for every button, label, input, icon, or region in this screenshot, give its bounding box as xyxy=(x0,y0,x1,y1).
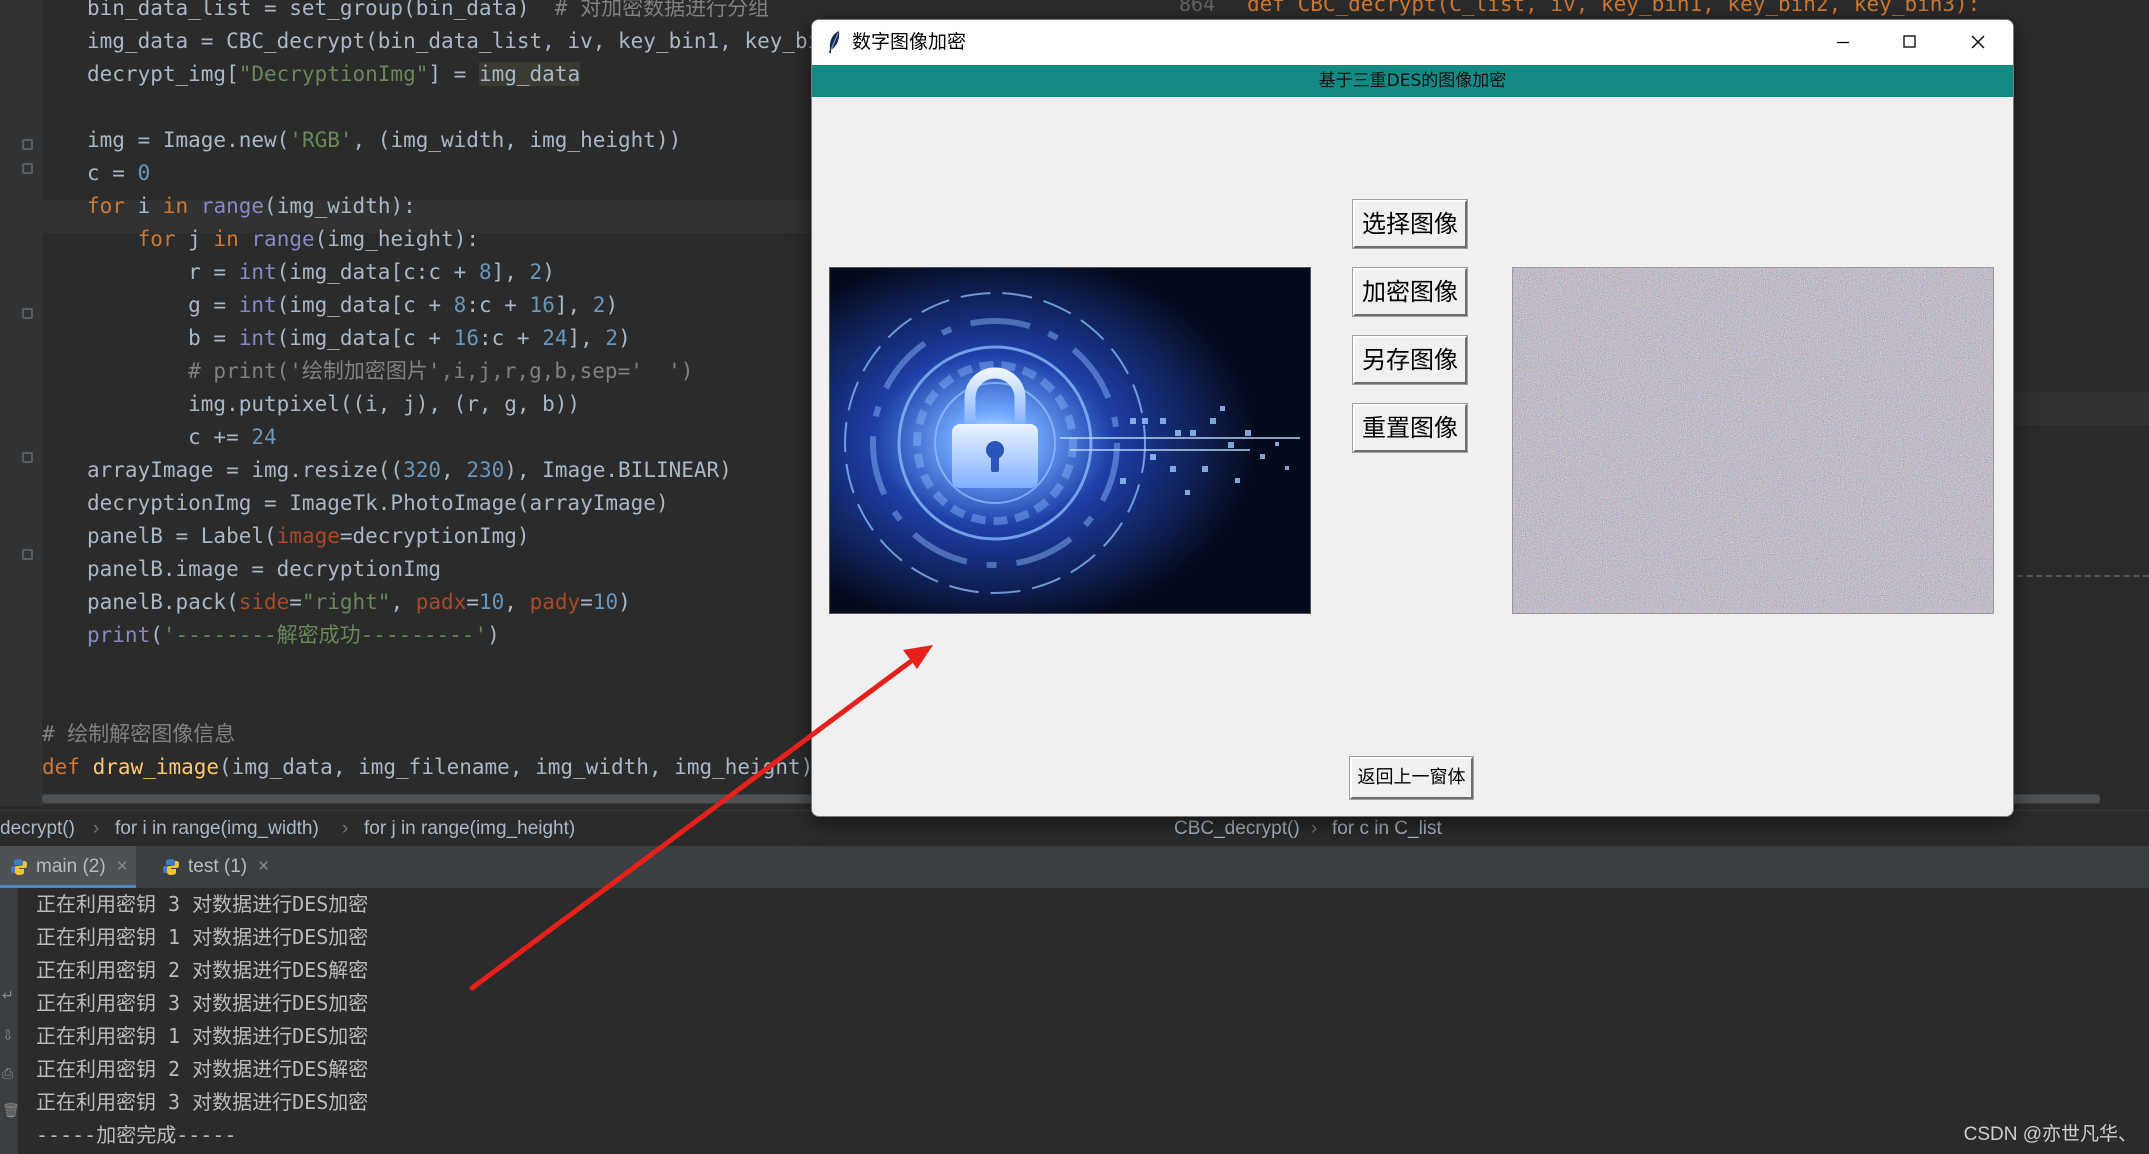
minimize-icon xyxy=(1837,41,1849,44)
run-tab-test[interactable]: test (1) × xyxy=(152,846,277,888)
console-line: -----加密完成----- xyxy=(36,1123,237,1147)
run-toolbar: ↵ ⇩ ⎙ 🗑 xyxy=(0,888,20,1154)
console-line: 正在利用密钥 2 对数据进行DES解密 xyxy=(36,958,369,982)
python-icon xyxy=(11,859,27,875)
code-line: decryptionImg = ImageTk.PhotoImage(array… xyxy=(87,491,669,515)
code-line: bin_data_list = set_group(bin_data) # 对加… xyxy=(87,0,770,20)
banner-title: 基于三重DES的图像加密 xyxy=(1318,71,1507,91)
code-line: def draw_image(img_data, img_filename, i… xyxy=(42,755,864,779)
fold-marker[interactable] xyxy=(22,549,33,560)
breadcrumb-item[interactable]: for j in range(img_height) xyxy=(364,811,575,847)
fold-marker[interactable] xyxy=(22,163,33,174)
lock-image xyxy=(830,268,1310,613)
console-line: 正在利用密钥 1 对数据进行DES加密 xyxy=(36,1024,369,1048)
tab-label: main (2) xyxy=(36,856,106,877)
encrypt-image-button[interactable]: 加密图像 xyxy=(1352,267,1468,317)
code-line: panelB.pack(side="right", padx=10, pady=… xyxy=(87,590,631,614)
fold-marker[interactable] xyxy=(22,452,33,463)
console-line: 正在利用密钥 3 对数据进行DES加密 xyxy=(36,991,369,1015)
print-icon[interactable]: ⎙ xyxy=(2,1066,13,1082)
python-icon xyxy=(163,859,179,875)
title-bar[interactable]: 数字图像加密 xyxy=(812,20,2013,65)
maximize-icon xyxy=(1903,35,1916,48)
code-line: def CBC_decrypt(C_list, iv, key_bin1, ke… xyxy=(1247,0,1981,16)
code-line: decrypt_img["DecryptionImg"] = img_data xyxy=(87,62,581,86)
code-line: panelB = Label(image=decryptionImg) xyxy=(87,524,530,548)
code-line: img = Image.new('RGB', (img_width, img_h… xyxy=(87,128,682,152)
back-button[interactable]: 返回上一窗体 xyxy=(1349,756,1474,800)
divider xyxy=(2017,575,2149,577)
fold-marker[interactable] xyxy=(22,308,33,319)
tab-label: test (1) xyxy=(188,856,248,877)
chevron-right-icon: › xyxy=(93,818,100,839)
console-output[interactable]: 正在利用密钥 3 对数据进行DES加密 正在利用密钥 1 对数据进行DES加密 … xyxy=(18,888,2149,1154)
code-line: for j in range(img_height): xyxy=(137,227,479,251)
code-line: # print('绘制加密图片',i,j,r,g,b,sep=' ') xyxy=(87,359,694,383)
code-line: c = 0 xyxy=(87,161,151,185)
wrap-icon[interactable]: ↵ xyxy=(2,988,14,1004)
code-line: panelB.image = decryptionImg xyxy=(87,557,442,581)
reset-image-button[interactable]: 重置图像 xyxy=(1352,403,1468,453)
code-line: for i in range(img_width): xyxy=(87,194,416,218)
console-line: 正在利用密钥 1 对数据进行DES加密 xyxy=(36,925,369,949)
minimize-button[interactable] xyxy=(1808,20,1878,65)
chevron-right-icon: › xyxy=(342,818,349,839)
console-line: 正在利用密钥 2 对数据进行DES解密 xyxy=(36,1057,369,1081)
code-line: b = int(img_data[c + 16:c + 24], 2) xyxy=(87,326,631,350)
code-line: print('--------解密成功---------') xyxy=(87,623,500,647)
code-line: r = int(img_data[c:c + 8], 2) xyxy=(87,260,555,284)
banner: 基于三重DES的图像加密 xyxy=(812,65,2013,97)
encrypted-image-panel xyxy=(1512,267,1994,614)
breadcrumb-item[interactable]: for i in range(img_width) xyxy=(115,811,319,847)
scroll-end-icon[interactable]: ⇩ xyxy=(2,1028,14,1044)
code-line: # 绘制解密图像信息 xyxy=(42,722,236,746)
close-icon xyxy=(1971,35,1985,49)
noise-image xyxy=(1513,268,1993,613)
code-line: img.putpixel((i, j), (r, g, b)) xyxy=(87,392,581,416)
code-line: arrayImage = img.resize((320, 230), Imag… xyxy=(87,458,732,482)
close-button[interactable] xyxy=(1943,20,2013,65)
run-tab-main[interactable]: main (2) × xyxy=(0,846,136,888)
window-title: 数字图像加密 xyxy=(852,31,967,53)
run-tabs: main (2) × test (1) × xyxy=(0,846,2149,889)
close-icon[interactable]: × xyxy=(117,846,128,888)
console-line: 正在利用密钥 3 对数据进行DES加密 xyxy=(36,1090,369,1114)
original-image-panel xyxy=(829,267,1311,614)
app-window: 数字图像加密 基于三重DES的图像加密 选择图像 加密图像 另存图像 重置图像 … xyxy=(811,19,2014,817)
code-line: img_data = CBC_decrypt(bin_data_list, iv… xyxy=(87,29,846,53)
console-line: 正在利用密钥 3 对数据进行DES加密 xyxy=(36,892,369,916)
breadcrumb-item[interactable]: decrypt() xyxy=(0,811,75,847)
fold-marker[interactable] xyxy=(22,139,33,150)
code-line: g = int(img_data[c + 8:c + 16], 2) xyxy=(87,293,619,317)
code-line: c += 24 xyxy=(87,425,277,449)
line-number: 864 xyxy=(1179,0,1216,16)
feather-icon xyxy=(829,31,840,53)
close-icon[interactable]: × xyxy=(258,846,269,888)
save-image-button[interactable]: 另存图像 xyxy=(1352,335,1468,385)
trash-icon[interactable]: 🗑 xyxy=(2,1103,20,1119)
watermark: CSDN @亦世凡华、 xyxy=(1963,1124,2137,1145)
maximize-button[interactable] xyxy=(1874,20,1944,65)
editor-gutter xyxy=(0,0,42,806)
select-image-button[interactable]: 选择图像 xyxy=(1352,199,1468,249)
